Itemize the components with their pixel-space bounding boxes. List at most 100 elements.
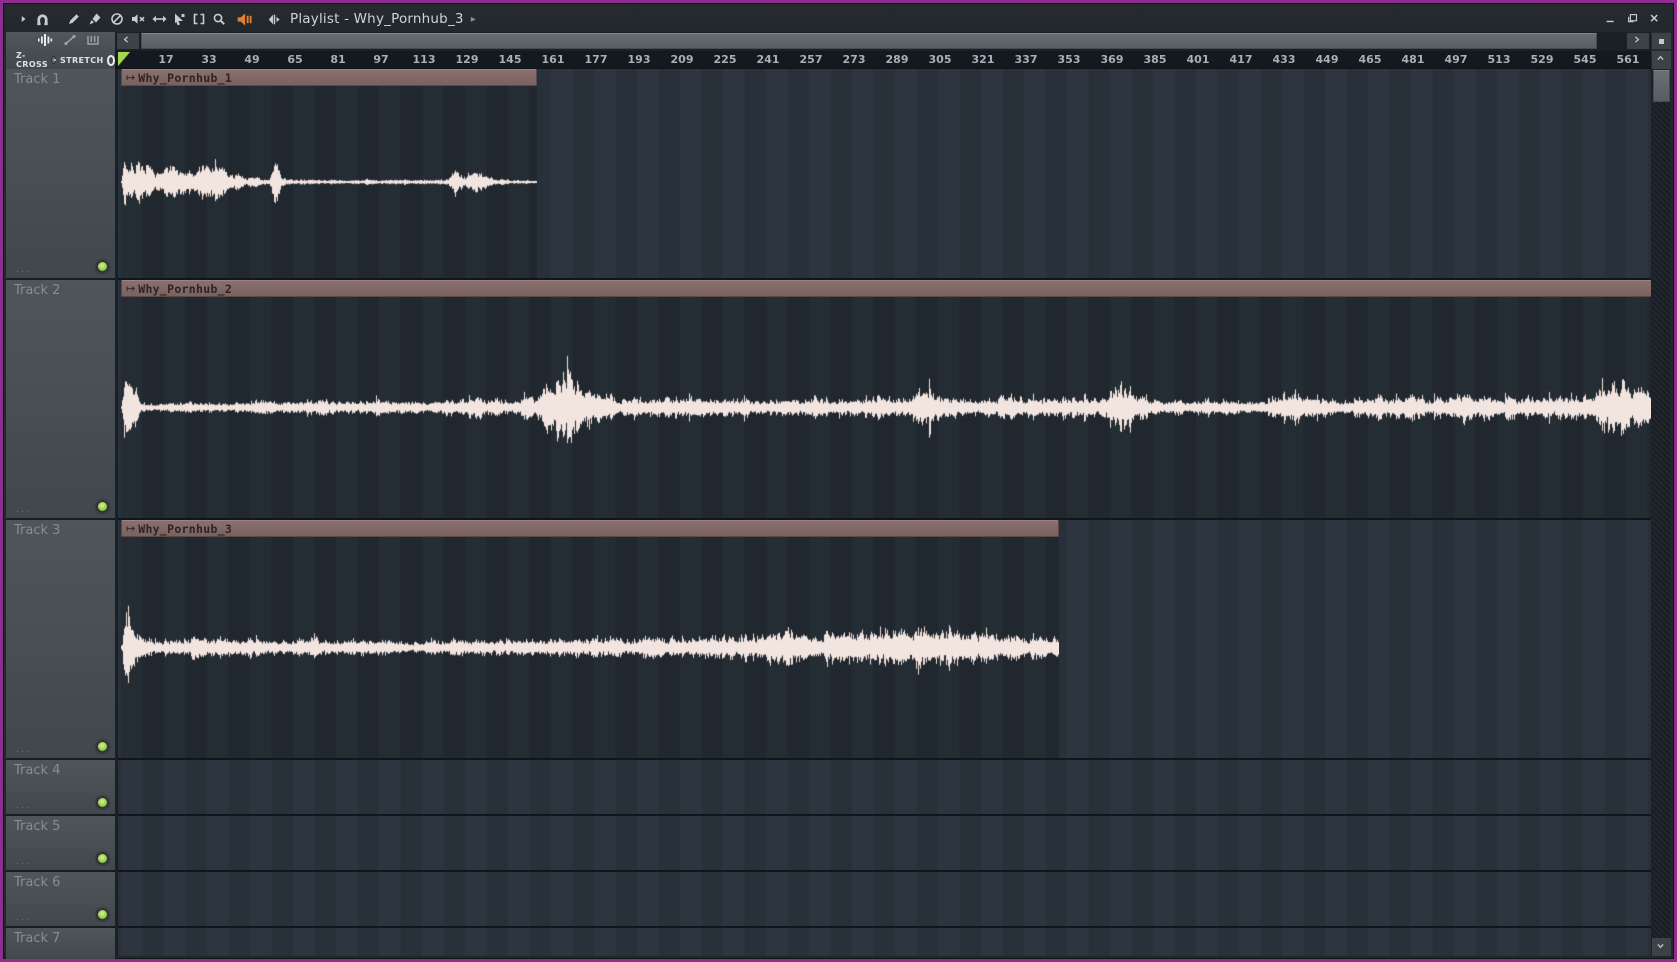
delete-tool-icon[interactable] <box>107 10 127 28</box>
ruler-bar-number: 33 <box>201 53 217 66</box>
track-header[interactable]: Track 1... <box>6 69 115 280</box>
audio-clip-icon: ↦ <box>126 71 136 84</box>
track-options-dots[interactable]: ... <box>16 744 32 755</box>
clip-header[interactable]: ↦ Why_Pornhub_2 <box>121 280 1651 297</box>
down-scroll-button[interactable] <box>1652 938 1671 956</box>
waveform-canvas <box>121 86 537 278</box>
wave-mode-icon[interactable] <box>32 32 56 52</box>
ruler-bar-number: 353 <box>1057 53 1081 66</box>
ruler-bar-number: 497 <box>1444 53 1468 66</box>
clip-header[interactable]: ↦ Why_Pornhub_3 <box>121 520 1059 537</box>
track-header[interactable]: Track 4... <box>6 760 115 816</box>
ruler-bar-number: 513 <box>1487 53 1511 66</box>
slip-tool-icon[interactable] <box>169 10 189 28</box>
track-mute-led[interactable] <box>96 500 109 513</box>
audio-clip[interactable]: ↦ Why_Pornhub_1 <box>121 69 537 278</box>
menu-arrow-icon[interactable] <box>14 10 34 28</box>
track-header[interactable]: Track 2... <box>6 280 115 520</box>
track-name-label[interactable]: Track 1 <box>14 72 60 87</box>
draw-tool-icon[interactable] <box>64 10 84 28</box>
ruler-bar-number: 17 <box>158 53 174 66</box>
clip-header[interactable]: ↦ Why_Pornhub_1 <box>121 69 537 86</box>
mode-icon-panel <box>6 32 115 51</box>
track-options-dots[interactable]: ... <box>16 264 32 275</box>
up-scroll-button[interactable] <box>1652 51 1671 69</box>
track-mute-led[interactable] <box>96 908 109 921</box>
clip-waveform-area[interactable] <box>121 297 1651 518</box>
horizontal-scrollbar[interactable] <box>115 32 1651 51</box>
track-lane[interactable] <box>118 872 1651 928</box>
scroll-options-button[interactable] <box>1652 33 1671 49</box>
ruler-bar-number: 289 <box>885 53 909 66</box>
ruler-bar-number: 481 <box>1401 53 1425 66</box>
slope-mode-icon[interactable] <box>60 32 80 52</box>
ruler-bar-number: 113 <box>412 53 436 66</box>
track-name-label[interactable]: Track 7 <box>14 931 60 946</box>
track-name-label[interactable]: Track 2 <box>14 283 60 298</box>
track-mute-led[interactable] <box>96 796 109 809</box>
waveform-canvas <box>121 537 1059 758</box>
stretch-tool-icon[interactable] <box>149 10 169 28</box>
track-name-label[interactable]: Track 3 <box>14 523 60 538</box>
ruler-bar-number: 241 <box>756 53 780 66</box>
track-lane[interactable] <box>118 928 1651 956</box>
track-options-dots[interactable]: ... <box>16 800 32 811</box>
paint-tool-icon[interactable] <box>85 10 105 28</box>
track-mute-led[interactable] <box>96 740 109 753</box>
ruler-bar-number: 305 <box>928 53 952 66</box>
mute-tool-icon[interactable] <box>127 10 147 28</box>
playlist-content: Track 1... Track 2... Track 3... Track 4...… <box>6 69 1671 959</box>
vertical-scrollbar[interactable] <box>1652 69 1671 956</box>
horizontal-scroll-thumb[interactable] <box>141 33 1597 49</box>
zcross-radio[interactable] <box>51 56 56 64</box>
left-scroll-button[interactable] <box>117 33 139 49</box>
ruler-bar-number: 81 <box>330 53 346 66</box>
keys-mode-icon[interactable] <box>84 32 102 52</box>
playback-tool-icon[interactable] <box>233 10 253 28</box>
audio-clip[interactable]: ↦ Why_Pornhub_3 <box>121 520 1059 758</box>
audio-clip[interactable]: ↦ Why_Pornhub_2 <box>121 280 1651 518</box>
track-header[interactable]: Track 7 <box>6 928 115 959</box>
right-scroll-button[interactable] <box>1627 33 1649 49</box>
timeline-ruler[interactable]: 17 33 49 65 81 97 113 129 145 161 177 193 209 225 241 2… <box>115 51 1651 69</box>
window-title: Playlist - Why_Pornhub_3 <box>290 11 464 27</box>
zoom-tool-icon[interactable] <box>209 10 229 28</box>
track-options-dots[interactable]: ... <box>16 856 32 867</box>
maximize-button[interactable] <box>1625 11 1641 27</box>
stretch-toggle[interactable] <box>106 54 115 66</box>
ruler-bar-number: 225 <box>713 53 737 66</box>
vertical-scroll-thumb[interactable] <box>1653 70 1670 102</box>
clip-waveform-area[interactable] <box>121 537 1059 758</box>
track-lane[interactable] <box>118 816 1651 872</box>
snap-magnet-icon[interactable] <box>32 10 52 28</box>
ruler-bar-number: 369 <box>1100 53 1124 66</box>
ruler-bar-number: 193 <box>627 53 651 66</box>
track-lane[interactable] <box>118 760 1651 816</box>
picker-speaker-icon[interactable] <box>263 10 283 28</box>
minimize-button[interactable] <box>1603 11 1619 27</box>
ruler-bar-number: 129 <box>455 53 479 66</box>
playlist-grid[interactable]: ↦ Why_Pornhub_1 ↦ Why_Pornhub_2 ↦ Why_Pornhub… <box>115 69 1651 956</box>
play-start-marker[interactable] <box>118 52 130 66</box>
track-mute-led[interactable] <box>96 260 109 273</box>
track-name-label[interactable]: Track 6 <box>14 875 60 890</box>
ruler-bar-number: 209 <box>670 53 694 66</box>
close-button[interactable] <box>1647 11 1663 27</box>
zcross-label: Z-CROSS <box>16 51 48 69</box>
ruler-bar-number: 145 <box>498 53 522 66</box>
clip-name-label: Why_Pornhub_2 <box>138 281 233 296</box>
clip-waveform-area[interactable] <box>121 86 537 278</box>
track-header[interactable]: Track 6... <box>6 872 115 928</box>
select-tool-icon[interactable] <box>189 10 209 28</box>
track-options-dots[interactable]: ... <box>16 912 32 923</box>
titlebar: Playlist - Why_Pornhub_3 ▸ <box>6 6 1671 32</box>
ruler-bar-number: 273 <box>842 53 866 66</box>
track-name-label[interactable]: Track 5 <box>14 819 60 834</box>
track-header[interactable]: Track 3... <box>6 520 115 760</box>
title-submenu-arrow-icon[interactable]: ▸ <box>471 14 476 25</box>
ruler-bar-number: 49 <box>244 53 260 66</box>
track-name-label[interactable]: Track 4 <box>14 763 60 778</box>
track-header[interactable]: Track 5... <box>6 816 115 872</box>
track-options-dots[interactable]: ... <box>16 504 32 515</box>
track-mute-led[interactable] <box>96 852 109 865</box>
